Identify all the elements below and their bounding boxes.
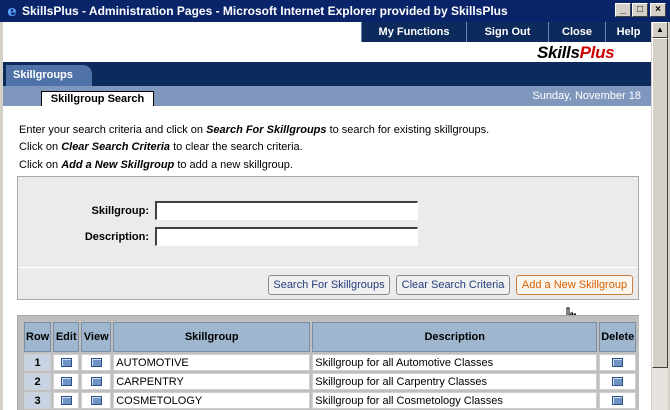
scroll-up-arrow-icon[interactable]: ▲ — [652, 22, 668, 38]
minimize-button[interactable]: _ — [615, 3, 631, 17]
window-titlebar: e SkillsPlus - Administration Pages - Mi… — [0, 0, 670, 22]
table-row: 1 AUTOMOTIVE Skillgroup for all Automoti… — [24, 354, 637, 371]
instruction-text: to clear the search criteria. — [170, 141, 303, 153]
description-cell: Skillgroup for all Automotive Classes — [312, 354, 598, 371]
instruction-emphasis: Search For Skillgroups — [206, 124, 327, 136]
instruction-line-2: Click on Clear Search Criteria to clear … — [19, 141, 303, 153]
description-cell: Skillgroup for all Cosmetology Classes — [312, 392, 598, 409]
column-header-skillgroup: Skillgroup — [113, 322, 311, 352]
instruction-emphasis: Clear Search Criteria — [61, 141, 171, 153]
panel-divider — [18, 267, 638, 268]
delete-cell[interactable] — [599, 354, 637, 371]
header-band — [3, 62, 651, 86]
row-number: 1 — [24, 354, 52, 371]
view-icon[interactable] — [90, 396, 102, 406]
my-functions-link[interactable]: My Functions — [361, 22, 466, 42]
vertical-scrollbar[interactable]: ▲ — [651, 22, 668, 410]
edit-cell[interactable] — [53, 392, 80, 409]
window-title: SkillsPlus - Administration Pages - Micr… — [22, 4, 508, 18]
instruction-text: Click on — [19, 159, 62, 171]
top-navigation: My Functions Sign Out Close Help — [3, 22, 651, 42]
description-cell: Skillgroup for all Carpentry Classes — [312, 373, 598, 390]
close-link[interactable]: Close — [548, 22, 605, 42]
internet-explorer-icon: e — [7, 2, 17, 20]
delete-icon[interactable] — [612, 377, 624, 387]
row-number: 3 — [24, 392, 52, 409]
delete-cell[interactable] — [599, 373, 637, 390]
current-date: Sunday, November 18 — [532, 90, 641, 102]
instruction-emphasis: Add a New Skillgroup — [61, 159, 175, 171]
maximize-button[interactable]: □ — [632, 3, 648, 17]
instruction-line-1: Enter your search criteria and click on … — [19, 124, 489, 136]
instruction-text: Enter your search criteria and click on — [19, 124, 207, 136]
edit-icon[interactable] — [60, 377, 72, 387]
view-icon[interactable] — [90, 358, 102, 368]
clear-search-criteria-button[interactable]: Clear Search Criteria — [396, 275, 510, 295]
delete-cell[interactable] — [599, 392, 637, 409]
browser-viewport: My Functions Sign Out Close Help SkillsP… — [3, 22, 651, 410]
scrollbar-thumb[interactable] — [652, 38, 668, 368]
table-header-row: Row Edit View Skillgroup Description Del… — [24, 322, 637, 352]
instruction-line-3: Click on Add a New Skillgroup to add a n… — [19, 159, 293, 171]
table-row: 2 CARPENTRY Skillgroup for all Carpentry… — [24, 373, 637, 390]
edit-cell[interactable] — [53, 354, 80, 371]
column-header-view: View — [81, 322, 112, 352]
skillgroup-cell: CARPENTRY — [113, 373, 311, 390]
delete-icon[interactable] — [612, 358, 624, 368]
add-new-skillgroup-button[interactable]: Add a New Skillgroup — [516, 275, 633, 295]
tab-skillgroup-search[interactable]: Skillgroup Search — [41, 91, 154, 106]
edit-icon[interactable] — [60, 396, 72, 406]
close-window-button[interactable]: × — [650, 3, 666, 17]
description-label: Description: — [84, 231, 149, 243]
skillsplus-logo: SkillsPlus — [537, 43, 649, 62]
logo-part-plus: Plus — [579, 43, 615, 62]
column-header-description: Description — [312, 322, 598, 352]
edit-icon[interactable] — [60, 358, 72, 368]
skillgroup-cell: COSMETOLOGY — [113, 392, 311, 409]
delete-icon[interactable] — [612, 396, 624, 406]
instruction-text: to search for existing skillgroups. — [326, 124, 490, 136]
skillgroup-cell: AUTOMOTIVE — [113, 354, 311, 371]
sign-out-link[interactable]: Sign Out — [466, 22, 548, 42]
skillgroup-label: Skillgroup: — [91, 205, 149, 217]
column-header-delete: Delete — [599, 322, 637, 352]
instruction-text: Click on — [19, 141, 62, 153]
view-cell[interactable] — [81, 354, 112, 371]
column-header-row: Row — [24, 322, 52, 352]
view-cell[interactable] — [81, 373, 112, 390]
edit-cell[interactable] — [53, 373, 80, 390]
view-icon[interactable] — [90, 377, 102, 387]
table-row: 3 COSMETOLOGY Skillgroup for all Cosmeto… — [24, 392, 637, 409]
description-input[interactable] — [155, 227, 418, 246]
row-number: 2 — [24, 373, 52, 390]
skillgroup-input[interactable] — [155, 201, 418, 220]
column-header-edit: Edit — [53, 322, 80, 352]
help-link[interactable]: Help — [605, 22, 651, 42]
instruction-text: to add a new skillgroup. — [174, 159, 293, 171]
view-cell[interactable] — [81, 392, 112, 409]
tab-skillgroups[interactable]: Skillgroups — [6, 65, 92, 86]
search-for-skillgroups-button[interactable]: Search For Skillgroups — [268, 275, 390, 295]
results-table: Row Edit View Skillgroup Description Del… — [22, 320, 638, 410]
logo-part-skills: Skills — [537, 43, 580, 62]
